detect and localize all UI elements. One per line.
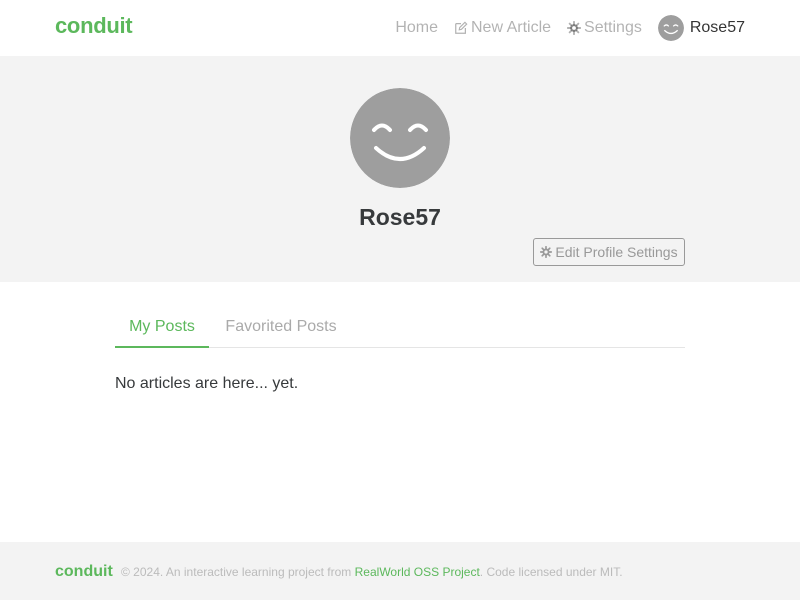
profile-banner: Rose57 Edit Profile Settings xyxy=(0,56,800,282)
profile-username: Rose57 xyxy=(359,204,441,230)
user-avatar-small xyxy=(657,15,684,41)
edit-profile-settings-label: Edit Profile Settings xyxy=(555,244,678,260)
nav-new-article-label: New Article xyxy=(471,19,552,36)
tab-my-posts[interactable]: My Posts xyxy=(115,310,209,348)
realworld-oss-link[interactable]: RealWorld OSS Project xyxy=(355,565,480,579)
top-navbar: conduit Home New Article Settings Rose57 xyxy=(0,0,800,56)
nav-home-link[interactable]: Home xyxy=(395,19,438,37)
empty-articles-message: No articles are here... yet. xyxy=(115,375,299,392)
article-tabs: My Posts Favorited Posts xyxy=(115,310,685,348)
nav-new-article-link[interactable]: New Article xyxy=(454,19,551,37)
tab-favorited-posts[interactable]: Favorited Posts xyxy=(215,310,347,348)
nav-settings-label: Settings xyxy=(584,19,642,36)
nav-username: Rose57 xyxy=(689,19,745,36)
brand-logo[interactable]: conduit xyxy=(55,13,133,39)
attribution-text-after: . Code licensed under MIT. xyxy=(479,565,623,579)
gear-icon xyxy=(567,21,582,35)
edit-profile-settings-button[interactable]: Edit Profile Settings xyxy=(533,238,685,266)
footer: conduit © 2024. An interactive learning … xyxy=(0,542,800,600)
nav-links: Home New Article Settings Rose57 xyxy=(395,15,745,41)
profile-avatar xyxy=(350,88,450,188)
nav-home-label: Home xyxy=(395,19,438,36)
profile-page: conduit Home New Article Settings Rose57… xyxy=(0,0,800,600)
edit-icon xyxy=(455,21,468,34)
nav-settings-link[interactable]: Settings xyxy=(567,19,642,37)
attribution-text-before: © 2024. An interactive learning project … xyxy=(121,565,352,579)
footer-logo[interactable]: conduit xyxy=(55,563,113,581)
gear-icon xyxy=(540,246,553,258)
footer-attribution: © 2024. An interactive learning project … xyxy=(121,565,623,579)
nav-profile-link[interactable]: Rose57 xyxy=(657,15,745,41)
